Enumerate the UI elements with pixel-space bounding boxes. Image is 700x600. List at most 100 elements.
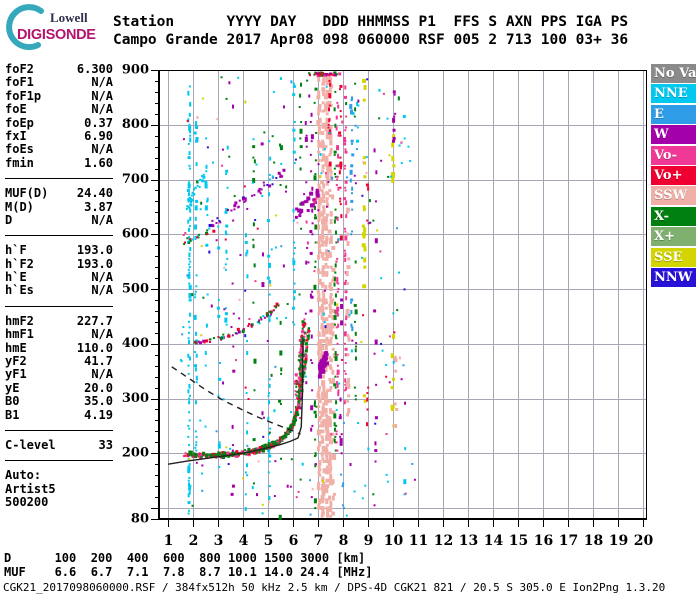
param-value: 41.7 xyxy=(84,354,113,369)
param-row-foes: foEs N/A xyxy=(5,142,113,157)
legend-item-ssw: SSW xyxy=(651,186,696,206)
param-row-h-f: h`F 193.0 xyxy=(5,243,113,258)
param-label: yE xyxy=(5,380,20,395)
param-value: 35.0 xyxy=(84,394,113,409)
distance-row: D 100 200 400 600 800 1000 1500 3000 [km… xyxy=(4,551,366,565)
param-label: MUF(D) xyxy=(5,186,49,201)
legend-item-nnw: NNW xyxy=(651,267,696,287)
param-label: Auto: xyxy=(5,468,42,483)
legend-item-vo-: Vo- xyxy=(651,145,696,165)
param-label: foF1 xyxy=(5,75,34,90)
param-row-foep: foEp 0.37 xyxy=(5,115,113,130)
param-row-hme: hmE 110.0 xyxy=(5,340,113,355)
param-row-fxi: fxI 6.90 xyxy=(5,128,113,143)
param-row-fof1: foF1 N/A xyxy=(5,75,113,90)
param-label: foF2 xyxy=(5,62,34,76)
param-row-h-f2: h`F2 193.0 xyxy=(5,256,113,271)
param-row-fof1p: foF1p N/A xyxy=(5,88,113,103)
param-label: fxI xyxy=(5,128,27,143)
param-value: 0.37 xyxy=(84,115,113,130)
param-row-ye: yE 20.0 xyxy=(5,380,113,395)
polarization-legend: No ValNNEEWVo-Vo+SSWX-X+SSENNW xyxy=(651,64,696,288)
legend-item-noval: No Val xyxy=(651,64,696,83)
param-label: Artist5 xyxy=(5,481,56,496)
param-label: yF1 xyxy=(5,367,27,382)
param-value: N/A xyxy=(91,283,113,298)
param-value: N/A xyxy=(91,88,113,103)
param-value: N/A xyxy=(91,142,113,157)
param-label: foEs xyxy=(5,142,34,157)
ionogram-page: Lowell DIGISONDE Station YYYY DAY DDD HH… xyxy=(0,0,700,600)
param-section-divider xyxy=(5,305,113,307)
param-value: N/A xyxy=(91,367,113,382)
param-value: 6.300 xyxy=(76,62,113,76)
param-row-auto-: Auto: xyxy=(5,468,113,483)
param-label: hmF1 xyxy=(5,327,34,342)
param-value: 3.87 xyxy=(84,199,113,214)
param-row-b1: B1 4.19 xyxy=(5,407,113,422)
param-label: B1 xyxy=(5,407,20,422)
file-status-line: CGK21_2017098060000.RSF / 384fx512h 50 k… xyxy=(3,581,666,594)
param-label: fmin xyxy=(5,155,34,170)
param-value: 24.40 xyxy=(76,186,113,201)
param-row-foe: foE N/A xyxy=(5,102,113,117)
param-row-500200: 500200 xyxy=(5,495,113,510)
param-value: N/A xyxy=(91,212,113,227)
param-label: yF2 xyxy=(5,354,27,369)
param-section-divider xyxy=(5,178,113,180)
param-value: N/A xyxy=(91,270,113,285)
legend-item-x+: X+ xyxy=(651,227,696,247)
legend-item-sse: SSE xyxy=(651,247,696,267)
param-label: C-level xyxy=(5,437,56,452)
param-row-fmin: fmin 1.60 xyxy=(5,155,113,170)
param-value: 33 xyxy=(98,437,113,452)
param-label: D xyxy=(5,212,13,227)
param-section-divider xyxy=(5,235,113,237)
param-value: 227.7 xyxy=(76,313,113,328)
param-value: N/A xyxy=(91,75,113,90)
param-label: foE xyxy=(5,102,27,117)
param-row-c-level: C-level 33 xyxy=(5,437,113,452)
param-label: h`F xyxy=(5,243,27,258)
param-value: 1.60 xyxy=(84,155,113,170)
param-row-m-d-: M(D) 3.87 xyxy=(5,199,113,214)
param-row-hmf2: hmF2 227.7 xyxy=(5,313,113,328)
legend-item-e: E xyxy=(651,104,696,124)
param-label: B0 xyxy=(5,394,20,409)
param-label: 500200 xyxy=(5,495,49,510)
param-section-divider xyxy=(5,429,113,431)
param-row-yf1: yF1 N/A xyxy=(5,367,113,382)
param-label: M(D) xyxy=(5,199,34,214)
param-value: 193.0 xyxy=(76,243,113,258)
param-value: 20.0 xyxy=(84,380,113,395)
legend-item-x-: X- xyxy=(651,206,696,226)
param-label: hmE xyxy=(5,340,27,355)
scaled-parameters-panel: foF2 6.300 foF1 N/A foF1p N/A foE N/A foEp 0.37 fx… xyxy=(5,62,113,510)
muf-row: MUF 6.6 6.7 7.1 7.8 8.7 10.1 14.0 24.4 [… xyxy=(4,564,373,579)
param-label: foEp xyxy=(5,115,34,130)
param-row-fof2: foF2 6.300 xyxy=(5,62,113,76)
param-row-muf-d-: MUF(D) 24.40 xyxy=(5,186,113,201)
param-value: N/A xyxy=(91,102,113,117)
param-value: 4.19 xyxy=(84,407,113,422)
param-label: h`F2 xyxy=(5,256,34,271)
param-value: 193.0 xyxy=(76,256,113,271)
param-row-b0: B0 35.0 xyxy=(5,394,113,409)
legend-item-vo+: Vo+ xyxy=(651,165,696,185)
param-row-yf2: yF2 41.7 xyxy=(5,354,113,369)
param-row-hmf1: hmF1 N/A xyxy=(5,327,113,342)
param-row-h-es: h`Es N/A xyxy=(5,283,113,298)
param-value: 110.0 xyxy=(76,340,113,355)
muf-distance-table: D 100 200 400 600 800 1000 1500 3000 [km… xyxy=(4,551,373,579)
param-row-artist5: Artist5 xyxy=(5,481,113,496)
param-label: h`E xyxy=(5,270,27,285)
param-label: foF1p xyxy=(5,88,42,103)
param-value: N/A xyxy=(91,327,113,342)
legend-item-nne: NNE xyxy=(651,84,696,104)
param-label: hmF2 xyxy=(5,313,34,328)
legend-item-w: W xyxy=(651,125,696,145)
param-section-divider xyxy=(5,460,113,462)
param-value: 6.90 xyxy=(84,128,113,143)
param-row-d: D N/A xyxy=(5,212,113,227)
param-row-h-e: h`E N/A xyxy=(5,270,113,285)
